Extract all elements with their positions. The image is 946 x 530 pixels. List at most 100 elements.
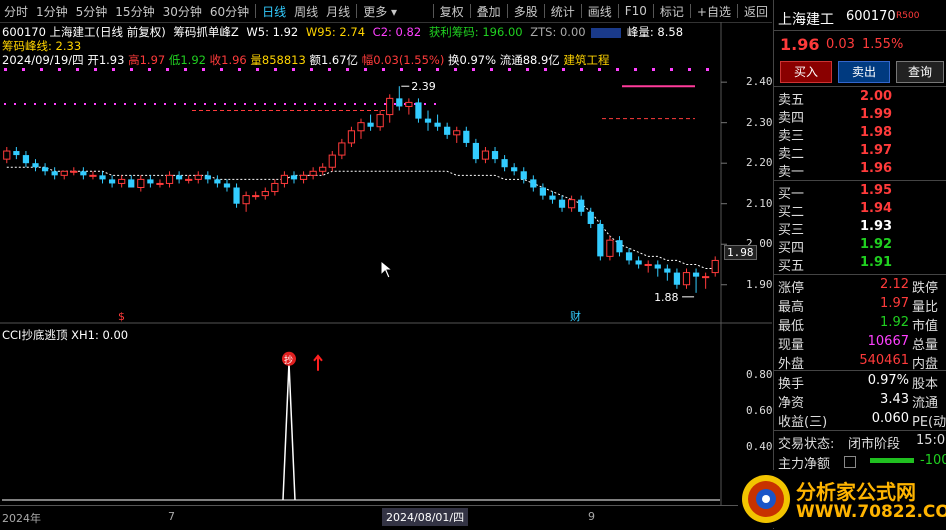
candle-body (635, 260, 642, 265)
chip-dot (274, 68, 277, 71)
candle-body (271, 182, 279, 193)
chip-dot (490, 68, 493, 71)
candle-body (501, 159, 508, 168)
candle-body (242, 195, 250, 205)
chip-dot-row (44, 103, 46, 105)
candle-body (578, 199, 585, 212)
chip-dot-row (394, 103, 396, 105)
quote-tag: R500 (896, 11, 920, 21)
stat-value: 10667 (867, 334, 909, 349)
candle-body (137, 178, 145, 188)
price-axis-label: 1.90 (746, 277, 773, 291)
price-axis-label: 2.20 (746, 156, 773, 170)
chip-dot (220, 68, 223, 71)
candle-body (319, 166, 327, 172)
chip-dot (112, 68, 115, 71)
sell-button[interactable]: 卖出 (838, 61, 890, 83)
candle-body (347, 130, 356, 144)
stat-label-right: 市值 (912, 319, 939, 334)
query-button[interactable]: 查询 (896, 61, 944, 83)
stat-row: 收益(三) 0.060PE(动) (774, 410, 946, 430)
price-axis-label: 2.30 (746, 115, 773, 129)
orderbook-price: 1.91 (860, 255, 893, 270)
cci-indicator-title: CCI抄底逃顶 XH1: 0.00 (2, 328, 129, 342)
orderbook-price: 1.92 (860, 237, 893, 252)
ask-row: 卖三 1.98 (774, 124, 946, 144)
date-axis-year: 2024年 (2, 512, 41, 525)
chip-dot (382, 68, 385, 71)
stat-row: 涨停 2.12 跌停 (774, 276, 946, 296)
candle-body (463, 130, 470, 143)
chip-dot (544, 68, 547, 71)
candle-body (568, 199, 576, 209)
brand-logo: 分析家公式网 WWW.70822.COM (738, 470, 946, 528)
price-axis: 2.40 2.30 2.20 2.10 2.00 1.90 (722, 60, 773, 320)
quote-change-pct: 1.55% (862, 37, 904, 52)
chip-dot (580, 68, 583, 71)
chip-dot-row (154, 103, 156, 105)
chip-dot-row (374, 103, 376, 105)
chip-dot-row (114, 103, 116, 105)
stat-row: 最高 1.97 量比 (774, 295, 946, 315)
candle-body (328, 154, 336, 168)
candle-body (309, 170, 317, 176)
chip-dot-row (354, 103, 356, 105)
buy-button[interactable]: 买入 (780, 61, 832, 83)
candle-body (223, 183, 231, 188)
chip-dot-row (424, 103, 426, 105)
candle-body (338, 142, 346, 156)
chip-dot-row (254, 103, 256, 105)
chip-dot-row (4, 103, 6, 105)
sub-axis-label: 0.40 (746, 440, 773, 453)
chip-dot (454, 68, 457, 71)
chip-dot (166, 68, 169, 71)
candle-body (214, 179, 221, 184)
candle-body (539, 187, 547, 196)
sub-chart-title: CCI抄底逃顶 XH1: 0.00 (2, 327, 128, 343)
bid-row: 买一 1.95 (774, 182, 946, 202)
ask-row: 卖一 1.96 (774, 160, 946, 180)
candle-body (99, 175, 106, 180)
chip-dot-row (434, 103, 436, 105)
candle-body (280, 174, 289, 184)
candle-body (70, 170, 78, 173)
chip-dot-row (14, 103, 16, 105)
stat-label-right: 量比 (912, 300, 939, 315)
bid-row: 买三 1.93 (774, 218, 946, 238)
candle-body (444, 126, 451, 135)
chip-dot (508, 68, 511, 71)
chip-dot (706, 68, 709, 71)
date-axis: 2024年 7 2024/08/01/四 9 (0, 505, 772, 530)
candle-body (682, 272, 691, 286)
candle-body (415, 102, 422, 119)
candle-body (299, 174, 308, 180)
bid-row: 买二 1.94 (774, 200, 946, 220)
chip-dot (616, 68, 619, 71)
candle-body (616, 240, 623, 253)
candle-body (434, 122, 441, 127)
sub-axis-label: 0.80 (746, 368, 773, 381)
chip-dot (202, 68, 205, 71)
main-flow-icon (844, 456, 856, 468)
candle-body (481, 150, 490, 160)
chip-dot (148, 68, 151, 71)
main-flow-value: -100 (920, 453, 946, 468)
candle-body (233, 187, 240, 204)
chip-dot-row (144, 103, 146, 105)
stat-label-right: 流通 (912, 396, 939, 411)
chip-dot-row (304, 103, 306, 105)
chip-dot-row (324, 103, 326, 105)
candle-body (692, 272, 700, 277)
chip-dot (76, 68, 79, 71)
candle-body (453, 130, 461, 136)
chip-dot-row (64, 103, 66, 105)
current-price-marker: 1.98 (724, 245, 757, 260)
chip-dot-row (104, 103, 106, 105)
price-axis-label: 2.10 (746, 196, 773, 210)
chip-dot (436, 68, 439, 71)
chip-dot (40, 68, 43, 71)
chip-dot-row (284, 103, 286, 105)
chip-dot (328, 68, 331, 71)
candle-body (597, 223, 604, 257)
orderbook-price: 1.95 (860, 183, 893, 198)
